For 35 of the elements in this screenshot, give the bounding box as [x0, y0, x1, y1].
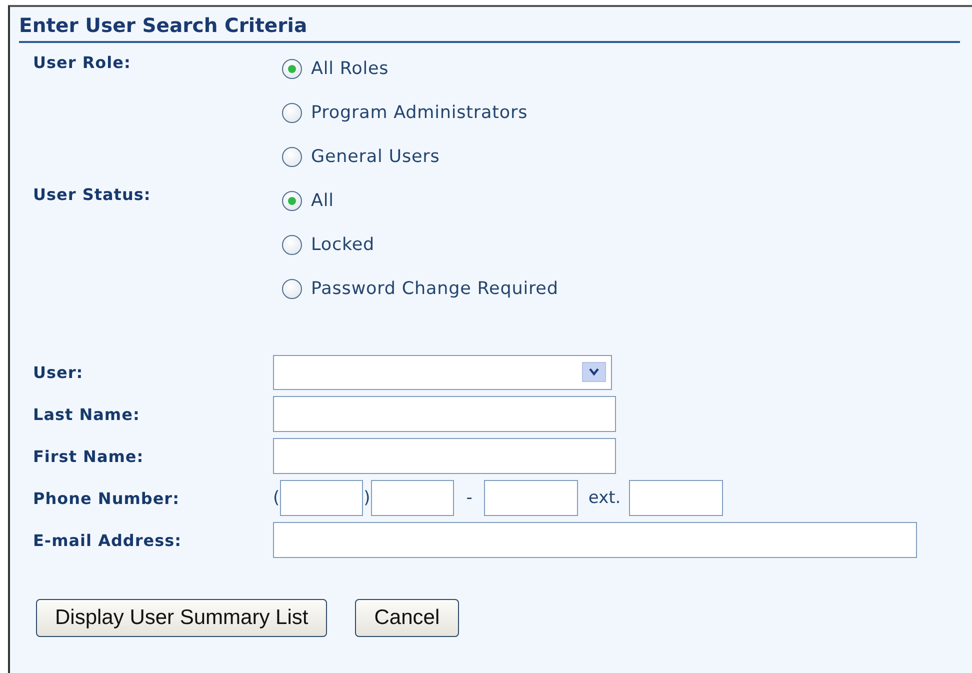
form-title: Enter User Search Criteria — [19, 15, 960, 43]
radio-button[interactable] — [282, 191, 302, 211]
radio-button[interactable] — [282, 103, 302, 123]
input-field[interactable] — [280, 480, 363, 516]
field-label: User Role: — [33, 53, 131, 72]
dropdown-field[interactable] — [273, 354, 612, 390]
separator-text: ext. — [588, 488, 621, 508]
option-label[interactable]: General Users — [311, 147, 440, 167]
option-label[interactable]: All Roles — [311, 59, 389, 79]
field-label: Last Name: — [33, 404, 140, 424]
field-label: First Name: — [33, 446, 144, 466]
field-label: E-mail Address: — [33, 530, 182, 550]
input-field[interactable] — [628, 480, 723, 516]
input-field[interactable] — [484, 480, 578, 516]
input-field[interactable] — [273, 438, 616, 474]
radio-button[interactable] — [282, 279, 302, 299]
option-label[interactable]: Locked — [311, 235, 375, 255]
field-label: Phone Number: — [33, 488, 180, 508]
option-label[interactable]: Password Change Required — [311, 279, 558, 299]
radio-button[interactable] — [282, 59, 302, 79]
form-button[interactable]: Display User Summary List — [36, 599, 328, 637]
field-label: User: — [33, 362, 84, 382]
field-label: User Status: — [33, 185, 151, 204]
separator-text: ( — [273, 488, 280, 508]
radio-button[interactable] — [282, 147, 302, 167]
separator-text: ) — [364, 488, 370, 508]
chevron-icon[interactable] — [582, 362, 606, 382]
separator-text: - — [466, 488, 472, 508]
option-label[interactable]: Program Administrators — [311, 103, 528, 123]
form-button[interactable]: Cancel — [355, 599, 459, 637]
input-field[interactable] — [371, 480, 454, 516]
input-field[interactable] — [273, 396, 616, 432]
radio-button[interactable] — [282, 235, 302, 255]
option-label[interactable]: All — [311, 191, 334, 211]
input-field[interactable] — [273, 522, 917, 558]
